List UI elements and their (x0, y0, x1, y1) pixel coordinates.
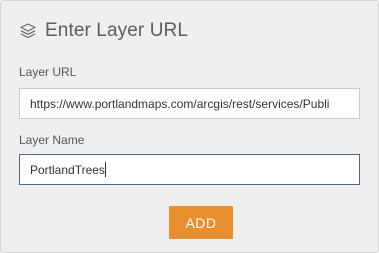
panel-header: Enter Layer URL (19, 18, 188, 44)
layer-url-value: https://www.portlandmaps.com/arcgis/rest… (30, 96, 330, 111)
layer-url-label: Layer URL (19, 65, 77, 79)
add-button[interactable]: ADD (169, 206, 233, 239)
layer-name-label: Layer Name (19, 133, 85, 147)
add-layer-panel: Enter Layer URL Layer URL https://www.po… (0, 0, 379, 253)
layers-icon (19, 22, 37, 40)
layer-name-value: PortlandTrees (30, 162, 105, 177)
panel-title: Enter Layer URL (45, 20, 189, 41)
layer-name-input[interactable]: PortlandTrees (19, 154, 360, 185)
text-caret (104, 162, 106, 177)
layer-url-input[interactable]: https://www.portlandmaps.com/arcgis/rest… (19, 88, 360, 119)
